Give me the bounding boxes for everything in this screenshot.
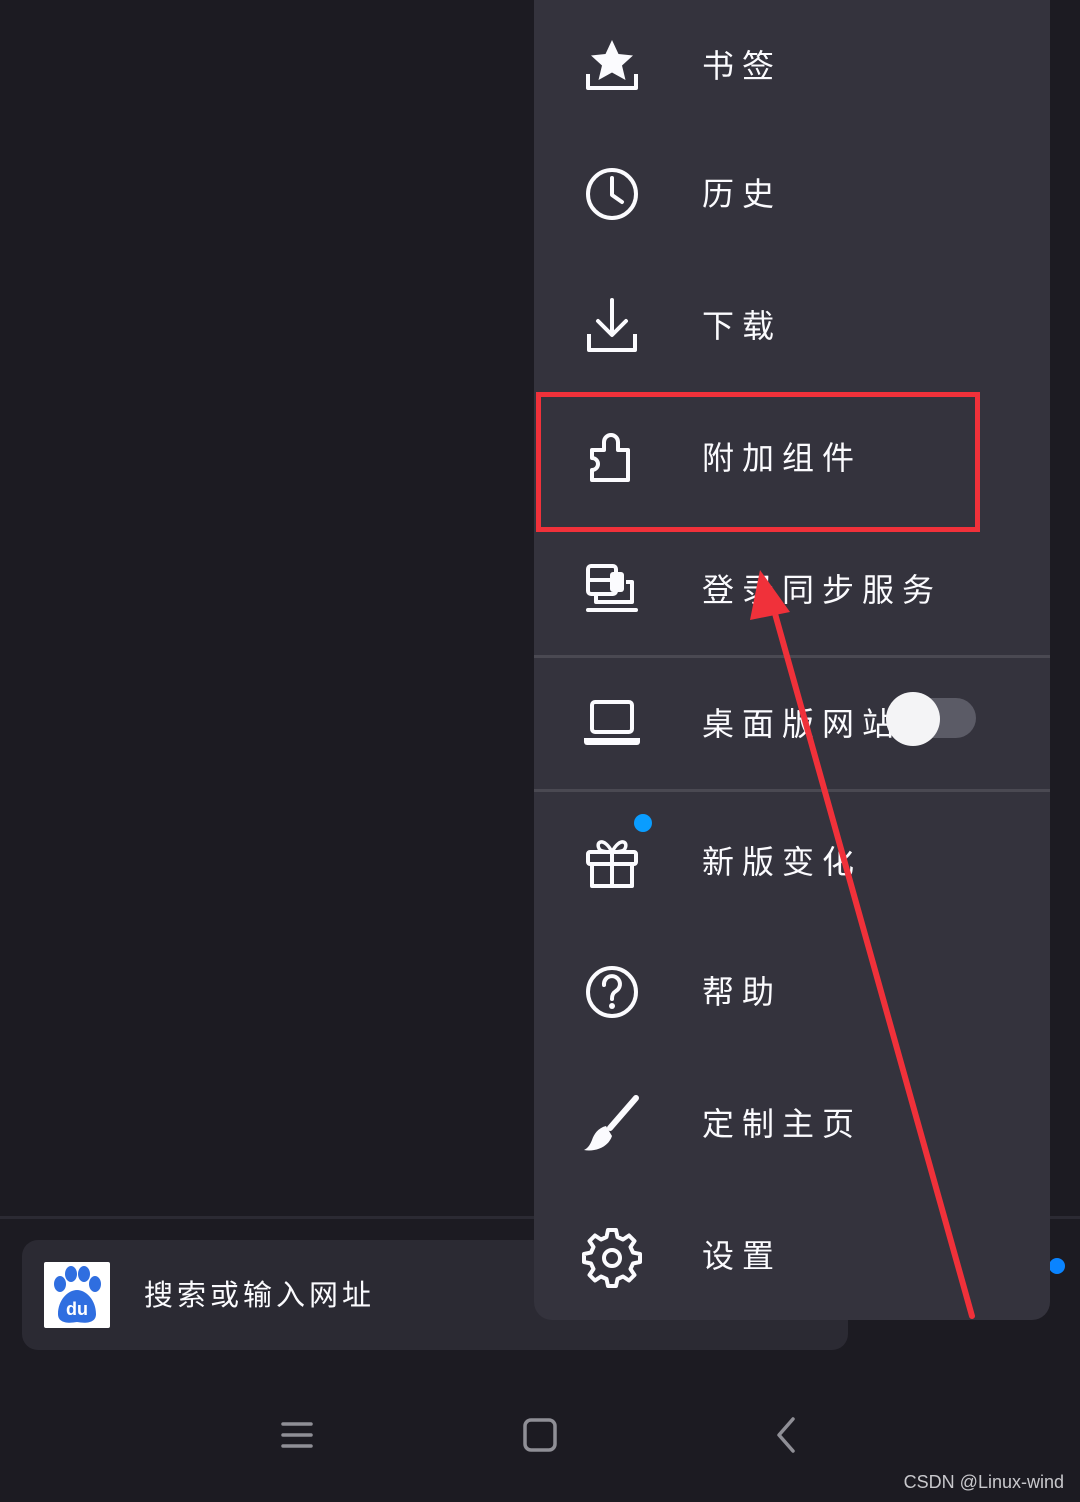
- watermark: CSDN @Linux-wind: [903, 1472, 1064, 1492]
- browser-screen: du 搜索或输入网址 书签 历史 下载 附加组件 登录同步服务 桌面版网站 新版…: [0, 0, 1080, 1502]
- annotation-arrow: [750, 570, 975, 1319]
